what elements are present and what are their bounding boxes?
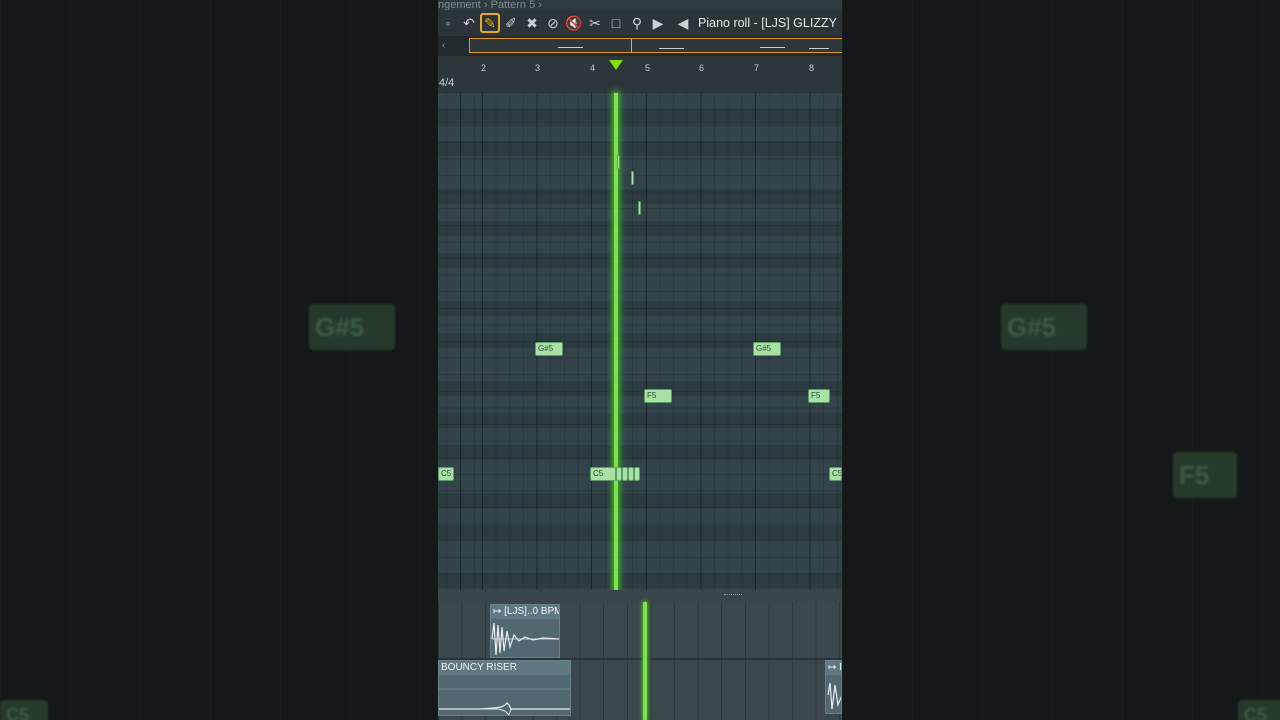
time-ruler[interactable]: 2 3 4 5 6 7 8 4/4 [438, 56, 842, 93]
clip-waveform [491, 622, 559, 656]
note-block[interactable]: C5 [438, 467, 454, 481]
grid-row-shade [438, 445, 842, 460]
grid-row-shade [438, 525, 842, 540]
mute-icon[interactable]: 🔇 [564, 13, 584, 33]
zoom-icon[interactable]: ⚲ [627, 13, 647, 33]
right-background-panel: G#5 F5 C5 [842, 0, 1280, 720]
breadcrumb: ngement › Pattern 5 › [438, 0, 542, 10]
bg-note-chip: C5 [1238, 700, 1280, 720]
ruler-tick: 7 [754, 63, 760, 73]
clip-waveform [827, 682, 841, 710]
clip-title: ↦ E [826, 661, 841, 675]
panel-resize-handle[interactable] [438, 590, 842, 602]
piano-roll-toolbar: ◦ ↶ ✎ ✐ ✖ ⊘ 🔇 ✂ □ ⚲ ▶ ◀ Piano roll - [LJ… [438, 10, 842, 36]
bg-note-chip: G#5 [1001, 304, 1087, 350]
overview-note-mark [558, 47, 583, 48]
playback-icon[interactable]: ▶ [648, 13, 668, 33]
bg-note-chip: G#5 [309, 304, 395, 350]
note-block[interactable]: G#5 [753, 342, 781, 356]
time-signature: 4/4 [439, 77, 455, 89]
ruler-tick: 8 [809, 63, 815, 73]
grid-row-shade [438, 381, 842, 396]
overview-note-mark [659, 48, 684, 49]
grid-row-shade [438, 573, 842, 588]
overview-viewport[interactable] [469, 38, 842, 53]
left-background-panel: G#5 C5 [0, 0, 438, 720]
grid-row-shade [438, 221, 842, 236]
short-note[interactable] [631, 171, 634, 185]
audio-clip[interactable]: BOUNCY RISER [438, 660, 571, 716]
note-block[interactable]: C5 [829, 467, 842, 481]
ruler-tick: 2 [481, 63, 487, 73]
delete-icon[interactable]: ✖ [522, 13, 542, 33]
grid-row-shade [438, 413, 842, 428]
bg-note-chip: C5 [0, 700, 48, 720]
note-block[interactable]: F5 [808, 389, 830, 403]
playlist-playhead [643, 602, 647, 720]
playlist-panel[interactable]: ↦ [LJS]..0 BPM BOUNCY RISER ↦ E [438, 602, 842, 720]
note-block-short[interactable] [634, 467, 640, 481]
ruler-tick: 6 [699, 63, 705, 73]
play-icon[interactable]: ◦ [438, 13, 458, 33]
clip-title: BOUNCY RISER [439, 661, 570, 675]
ruler-tick: 5 [645, 63, 651, 73]
select-icon[interactable]: □ [606, 13, 626, 33]
note-block[interactable]: G#5 [535, 342, 563, 356]
clip-waveform [439, 688, 570, 715]
slice-icon[interactable]: ✂ [585, 13, 605, 33]
short-note[interactable] [617, 155, 620, 169]
grid-row-shade [438, 109, 842, 124]
short-note[interactable] [638, 201, 641, 215]
ruler-tick: 4 [590, 63, 596, 73]
undo-icon[interactable]: ↶ [459, 13, 479, 33]
overview-note-mark [760, 47, 785, 48]
ruler-tick: 3 [535, 63, 541, 73]
scroll-left-icon[interactable]: ‹ [442, 40, 445, 51]
note-block[interactable]: C5 [590, 467, 616, 481]
audio-clip[interactable]: ↦ [LJS]..0 BPM [490, 604, 560, 658]
paint-icon[interactable]: ✐ [501, 13, 521, 33]
window-title: Piano roll - [LJS] GLIZZY [698, 16, 837, 30]
clip-title: ↦ [LJS]..0 BPM [491, 605, 559, 619]
grid-row-shade [438, 301, 842, 316]
grid-row-shade [438, 493, 842, 508]
bg-note-chip: F5 [1173, 452, 1237, 498]
pencil-icon[interactable]: ✎ [480, 13, 500, 33]
piano-roll-window: ngement › Pattern 5 › ◦ ↶ ✎ ✐ ✖ ⊘ 🔇 ✂ □ … [438, 0, 842, 720]
playhead-marker-icon[interactable] [609, 60, 623, 70]
note-block[interactable]: F5 [644, 389, 672, 403]
audio-clip[interactable]: ↦ E [825, 660, 842, 714]
grip-icon [724, 594, 742, 597]
note-grid[interactable] [438, 93, 842, 590]
grid-row-shade [438, 141, 842, 156]
speaker-icon: ◀ [677, 14, 689, 31]
grid-row-shade [438, 253, 842, 268]
grid-row-shade [438, 333, 842, 348]
pattern-overview-bar[interactable]: ‹ [438, 36, 842, 56]
overview-playhead [631, 39, 632, 53]
overview-note-mark [809, 48, 829, 49]
erase-icon[interactable]: ⊘ [543, 13, 563, 33]
